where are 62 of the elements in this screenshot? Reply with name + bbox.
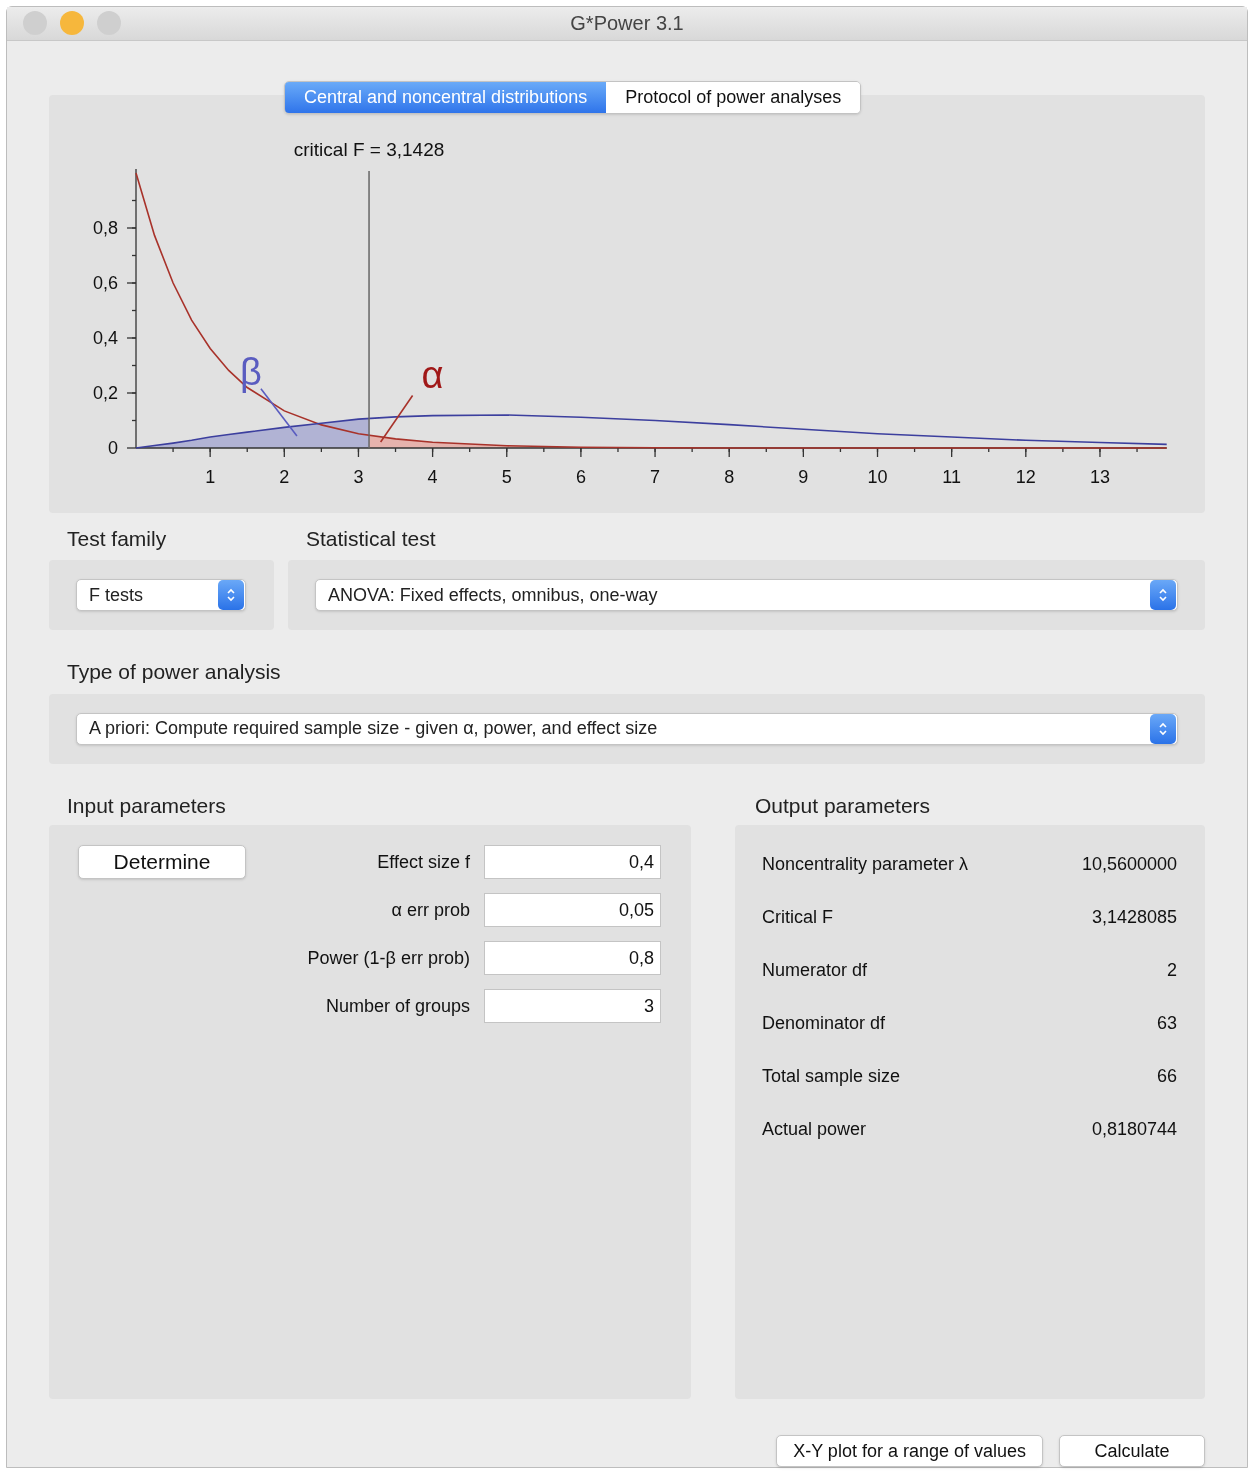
- output-value: 66: [1156, 1065, 1177, 1088]
- input-field[interactable]: 0,05: [484, 893, 661, 927]
- input-field[interactable]: 0,4: [484, 845, 661, 879]
- output-value: 10,5600000: [1081, 853, 1177, 876]
- window-title: G*Power 3.1: [570, 11, 684, 37]
- section-title: Input parameters: [66, 792, 227, 819]
- section-label: Type of power analysis: [66, 659, 282, 685]
- window-control[interactable]: [97, 11, 121, 36]
- alpha-label: α: [421, 353, 444, 395]
- dropdown[interactable]: A priori: Compute required sample size - given α, power, and effect size: [76, 712, 1178, 745]
- axis-label: 11: [942, 466, 961, 487]
- output-value: 0,8180744: [1091, 1118, 1177, 1141]
- output-label: Actual power: [762, 1118, 867, 1141]
- section-title: Output parameters: [754, 792, 932, 819]
- stepper-icon: [1150, 580, 1176, 610]
- axis-label: 12: [1015, 466, 1036, 487]
- leader-line: [379, 394, 414, 443]
- tab[interactable]: Protocol of power analyses: [606, 81, 861, 113]
- axis-label: 5: [501, 466, 512, 487]
- axis-label: 8: [724, 466, 735, 487]
- axis-label: 6: [575, 466, 586, 487]
- leader-line: [260, 387, 298, 437]
- field-label: Power (1-β err prob): [307, 946, 470, 970]
- axis-label: 0: [108, 437, 118, 458]
- output-label: Critical F: [762, 906, 833, 929]
- section-label: Statistical test: [305, 525, 437, 552]
- critical-value-label: critical F = 3,1428: [293, 138, 445, 160]
- field-label: Number of groups: [325, 994, 470, 1018]
- output-value: 2: [1167, 959, 1177, 982]
- axis-label: 7: [650, 466, 661, 487]
- window-control[interactable]: [23, 11, 47, 36]
- window-control[interactable]: [60, 11, 84, 36]
- section-label: Test family: [66, 525, 168, 552]
- axis-label: 3: [353, 466, 364, 487]
- axis-label: 13: [1089, 466, 1110, 487]
- action-button[interactable]: Calculate: [1059, 1435, 1205, 1467]
- stepper-icon: [218, 580, 244, 610]
- dropdown[interactable]: F tests: [76, 579, 246, 611]
- stepper-icon: [1150, 713, 1176, 744]
- input-field[interactable]: 0,8: [484, 941, 661, 975]
- input-field[interactable]: 3: [484, 989, 661, 1023]
- axis-label: 0,4: [92, 327, 118, 348]
- axis-label: 0,2: [92, 382, 118, 403]
- output-value: 63: [1156, 1012, 1177, 1035]
- axis-label: 2: [279, 466, 290, 487]
- axis-label: 0,6: [92, 272, 118, 293]
- output-value: 3,1428085: [1091, 906, 1177, 929]
- output-label: Denominator df: [762, 1012, 886, 1035]
- axis-label: 9: [798, 466, 809, 487]
- axis-label: 0,8: [92, 217, 118, 238]
- determine-button[interactable]: Determine: [78, 845, 246, 879]
- axis-label: 1: [205, 466, 216, 487]
- dropdown[interactable]: ANOVA: Fixed effects, omnibus, one-way: [315, 579, 1178, 611]
- beta-label: β: [240, 350, 262, 393]
- axis-label: 10: [867, 466, 888, 487]
- axis-label: 4: [427, 466, 438, 487]
- field-label: Effect size f: [377, 850, 470, 874]
- output-label: Numerator df: [762, 959, 868, 982]
- field-label: α err prob: [391, 898, 470, 922]
- action-button[interactable]: X-Y plot for a range of values: [776, 1435, 1043, 1467]
- output-label: Noncentrality parameter λ: [762, 853, 969, 876]
- output-label: Total sample size: [762, 1065, 901, 1088]
